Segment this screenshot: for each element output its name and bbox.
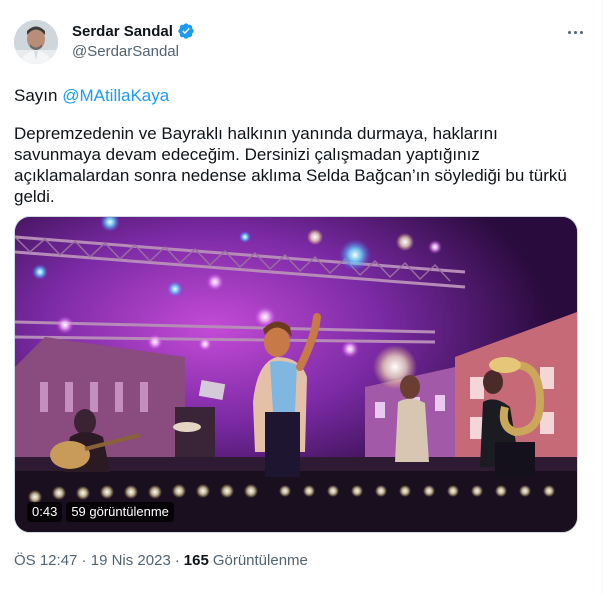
author-display-name[interactable]: Serdar Sandal (72, 23, 173, 40)
mention-link[interactable]: @MAtillaKaya (62, 86, 169, 105)
tweet-timestamp-link[interactable]: ÖS 12:47 · 19 Nis 2023 (14, 552, 171, 569)
video-thumbnail (15, 217, 577, 532)
more-dot-icon (579, 30, 583, 34)
video-badges: 0:43 59 görüntülenme (27, 502, 174, 522)
tweet-body-text: Depremzedenin ve Bayraklı halkının yanın… (14, 124, 567, 206)
author-name-row: Serdar Sandal (72, 22, 195, 40)
tweet-greeting-line: Sayın @MAtillaKaya (14, 85, 594, 106)
view-count: 165 (183, 552, 209, 569)
avatar[interactable] (14, 20, 58, 64)
video-duration-badge: 0:43 (27, 502, 63, 522)
verified-badge-icon (177, 22, 195, 40)
avatar-image (14, 20, 58, 64)
more-dot-icon (567, 30, 571, 34)
meta-separator: · (174, 552, 180, 569)
more-options-button[interactable] (564, 22, 586, 42)
tweet-meta: ÖS 12:47 · 19 Nis 2023 · 165 Görüntülenm… (14, 552, 308, 569)
author-handle[interactable]: @SerdarSandal (72, 43, 179, 60)
view-count-label: Görüntülenme (212, 552, 308, 569)
tweet-card: Serdar Sandal @SerdarSandal Sayın @MAtil… (0, 0, 603, 594)
tweet-date: 19 Nis 2023 (90, 552, 171, 569)
meta-separator: · (77, 552, 91, 569)
tweet-time: ÖS 12:47 (14, 552, 78, 569)
video-views-badge: 59 görüntülenme (66, 502, 174, 522)
more-dot-icon (573, 30, 577, 34)
greeting-text: Sayın (14, 86, 63, 105)
video-player[interactable]: 0:43 59 görüntülenme (14, 216, 578, 533)
